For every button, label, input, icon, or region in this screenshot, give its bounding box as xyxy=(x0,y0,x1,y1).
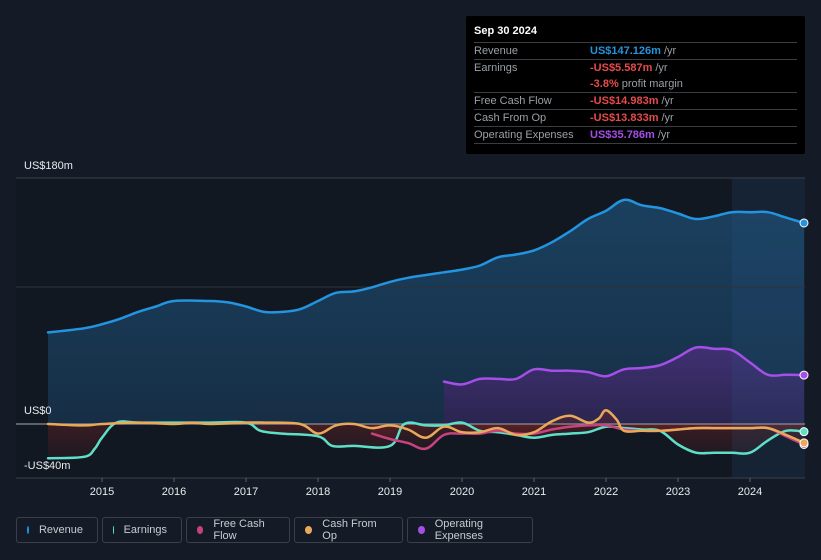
tooltip-row-profit-margin: -3.8% profit margin xyxy=(474,76,797,92)
x-tick-label: 2019 xyxy=(377,486,403,498)
legend-label: Free Cash Flow xyxy=(213,518,265,542)
y-axis-top-label: US$180m xyxy=(24,160,73,172)
tooltip-value: -US$5.587m xyxy=(590,62,653,74)
tooltip-row-operating-expenses: Operating Expenses US$35.786m /yr xyxy=(474,126,797,144)
revenue-endpoint[interactable] xyxy=(799,218,809,228)
x-tick-label: 2017 xyxy=(233,486,259,498)
legend-item-earnings[interactable]: Earnings xyxy=(102,517,182,543)
cash-from-op-endpoint[interactable] xyxy=(799,438,809,448)
legend-label: Earnings xyxy=(123,524,167,536)
tooltip-row-free-cash-flow: Free Cash Flow -US$14.983m /yr xyxy=(474,92,797,109)
tooltip-label: Cash From Op xyxy=(474,112,547,124)
x-tick-label: 2018 xyxy=(305,486,331,498)
x-tick-label: 2015 xyxy=(89,486,115,498)
operating-expenses-dot-icon xyxy=(418,526,425,534)
tooltip-row-earnings: Earnings -US$5.587m /yr xyxy=(474,59,797,76)
tooltip-label: Operating Expenses xyxy=(474,129,574,141)
legend-item-revenue[interactable]: Revenue xyxy=(16,517,98,543)
tooltip-value: US$147.126m xyxy=(590,45,661,57)
tooltip-value: -US$14.983m xyxy=(590,95,659,107)
legend-label: Operating Expenses xyxy=(434,518,483,542)
x-tick-label: 2020 xyxy=(449,486,475,498)
x-tick-label: 2024 xyxy=(737,486,763,498)
x-tick-label: 2023 xyxy=(665,486,691,498)
tooltip-unit: /yr xyxy=(661,112,674,124)
legend: Revenue Earnings Free Cash Flow Cash Fro… xyxy=(16,517,533,543)
tooltip-row-cash-from-op: Cash From Op -US$13.833m /yr xyxy=(474,109,797,126)
y-axis-zero-label: US$0 xyxy=(24,405,52,417)
tooltip-label: Revenue xyxy=(474,45,519,57)
tooltip-unit: /yr xyxy=(661,95,674,107)
revenue-dot-icon xyxy=(27,526,29,534)
tooltip-label: Free Cash Flow xyxy=(474,95,552,107)
tooltip-value: US$35.786m xyxy=(590,129,655,141)
tooltip-panel: Sep 30 2024 Revenue US$147.126m /yr Earn… xyxy=(466,16,805,154)
tooltip-value: -3.8% xyxy=(590,78,619,90)
tooltip-unit: profit margin xyxy=(621,78,683,90)
x-tick-label: 2022 xyxy=(593,486,619,498)
tooltip-date: Sep 30 2024 xyxy=(474,25,537,37)
tooltip-value: -US$13.833m xyxy=(590,112,659,124)
operating-expenses-endpoint[interactable] xyxy=(799,370,809,380)
tooltip-unit: /yr xyxy=(657,129,671,141)
legend-item-operating-expenses[interactable]: Operating Expenses xyxy=(407,517,533,543)
legend-label: Cash From Op xyxy=(322,518,377,542)
free-cash-flow-dot-icon xyxy=(197,526,204,534)
y-axis-bottom-label: -US$40m xyxy=(24,460,71,472)
legend-item-free-cash-flow[interactable]: Free Cash Flow xyxy=(186,517,290,543)
legend-label: Revenue xyxy=(38,524,83,536)
tooltip-unit: /yr xyxy=(655,62,668,74)
x-tick-label: 2021 xyxy=(521,486,547,498)
tooltip-label xyxy=(474,76,590,92)
earnings-endpoint[interactable] xyxy=(799,427,809,437)
tooltip-unit: /yr xyxy=(663,45,677,57)
earnings-dot-icon xyxy=(113,526,114,534)
forecast-shade xyxy=(732,178,805,478)
x-tick-label: 2016 xyxy=(161,486,187,498)
tooltip-label: Earnings xyxy=(474,62,518,74)
cash-from-op-dot-icon xyxy=(305,526,313,534)
legend-item-cash-from-op[interactable]: Cash From Op xyxy=(294,517,403,543)
tooltip-row-revenue: Revenue US$147.126m /yr xyxy=(474,42,797,59)
